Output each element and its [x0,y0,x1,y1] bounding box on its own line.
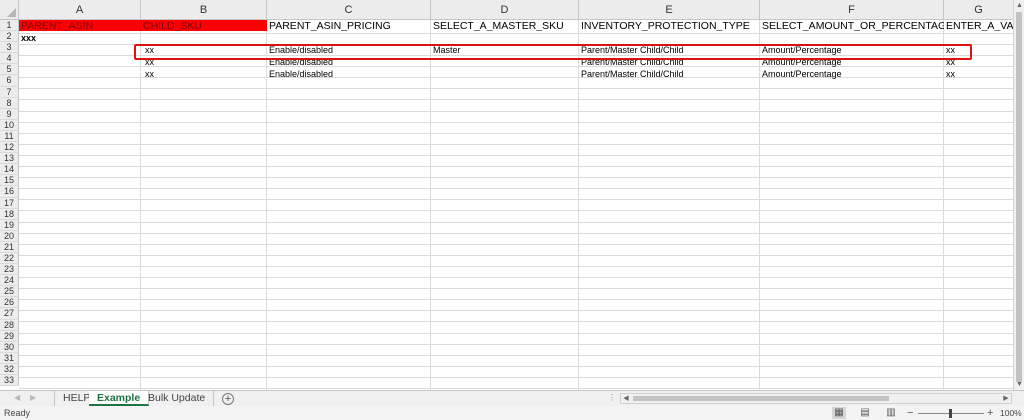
row-header-8[interactable]: 8 [0,97,19,109]
row-header-9[interactable]: 9 [0,108,19,120]
column-headers: A B C D E F G [19,0,1013,20]
row-header-23[interactable]: 23 [0,264,19,276]
row-header-6[interactable]: 6 [0,75,19,87]
row-header-22[interactable]: 22 [0,252,19,265]
horizontal-scrollbar[interactable]: ◀ ▶ [620,393,1012,404]
scroll-down-icon[interactable]: ▼ [1014,379,1024,390]
column-header-g[interactable]: G [944,0,1013,20]
row-header-4[interactable]: 4 [0,53,19,65]
row-header-10[interactable]: 10 [0,119,19,131]
cell-f4[interactable]: Amount/Percentage [760,57,944,68]
sheet-tab-bar: ◀ ▶ HELP Example Bulk Update + ⋮ ◀ ▶ [0,390,1024,406]
vertical-scrollbar[interactable]: ▲ ▼ [1013,0,1024,390]
zoom-in-icon[interactable]: + [987,406,993,420]
cell-b1[interactable]: CHILD_SKU [141,20,267,32]
row-header-16[interactable]: 16 [0,186,19,198]
row-header-30[interactable]: 30 [0,341,19,353]
cell-f5[interactable]: Amount/Percentage [760,69,944,80]
zoom-slider-thumb[interactable] [949,409,952,418]
cell-b4[interactable]: xx [141,57,267,68]
row-header-1[interactable]: 1 [0,20,19,32]
row-header-15[interactable]: 15 [0,175,19,187]
row-header-25[interactable]: 25 [0,286,19,298]
page-layout-icon[interactable]: ▤ [858,407,872,419]
column-header-d[interactable]: D [431,0,579,20]
row-header-13[interactable]: 13 [0,153,19,165]
cell-e1[interactable]: INVENTORY_PROTECTION_TYPE [579,20,760,31]
cell-g4[interactable]: xx [944,57,1013,68]
scroll-up-icon[interactable]: ▲ [1014,0,1024,11]
table-row: xx Enable/disabled Parent/Master Child/C… [19,57,1013,68]
grid-icon[interactable]: ▦ [832,407,846,419]
scroll-right-icon[interactable]: ▶ [1001,394,1011,404]
table-row: xx Enable/disabled Parent/Master Child/C… [19,69,1013,80]
column-header-e[interactable]: E [579,0,760,20]
row-header-19[interactable]: 19 [0,219,19,231]
cell-g5[interactable]: xx [944,69,1013,80]
row-header-24[interactable]: 24 [0,275,19,287]
cell-a2[interactable]: xxx [19,33,141,44]
tab-bulk-update[interactable]: Bulk Update [140,391,215,406]
row-header-14[interactable]: 14 [0,164,19,176]
column-header-a[interactable]: A [19,0,141,20]
prev-sheet-icon[interactable]: ◀ [14,393,20,402]
zoom-out-icon[interactable]: − [907,406,913,420]
cell-d1[interactable]: SELECT_A_MASTER_SKU [431,20,579,31]
column-header-c[interactable]: C [267,0,431,20]
zoom-level[interactable]: 100% [1000,406,1022,420]
status-text: Ready [4,408,31,418]
cell-d3[interactable]: Master [431,45,579,56]
row-header-21[interactable]: 21 [0,241,19,253]
row-header-32[interactable]: 32 [0,363,19,375]
cell-f3[interactable]: Amount/Percentage [760,45,944,56]
row-header-11[interactable]: 11 [0,130,19,143]
page-break-icon[interactable]: ▥ [884,407,898,419]
row-header-27[interactable]: 27 [0,308,19,320]
row-header-3[interactable]: 3 [0,42,19,54]
horizontal-scroll-thumb[interactable] [633,396,889,401]
row-header-31[interactable]: 31 [0,352,19,364]
vertical-scroll-thumb[interactable] [1016,12,1022,382]
cell-c5[interactable]: Enable/disabled [267,69,431,80]
add-sheet-icon[interactable]: + [222,393,234,405]
column-header-b[interactable]: B [141,0,267,20]
cell-e3[interactable]: Parent/Master Child/Child [579,45,760,56]
row-header-29[interactable]: 29 [0,330,19,342]
row-header-5[interactable]: 5 [0,64,19,76]
spreadsheet-grid[interactable]: A B C D E F G 1 2 3 4 5 6 7 8 9 10 11 12 13 14 15 16 17 1… [0,0,1013,390]
row-headers: 1 2 3 4 5 6 7 8 9 10 11 12 13 14 15 16 17 18 19 20 21 22 23 24 2… [0,20,19,387]
cell-d4[interactable] [431,57,579,68]
cell-g1[interactable]: ENTER_A_VALU [944,20,1013,31]
tab-split-handle[interactable]: ⋮ [608,393,616,402]
next-sheet-icon[interactable]: ▶ [30,393,36,402]
row-header-12[interactable]: 12 [0,142,19,154]
column-header-f[interactable]: F [760,0,944,20]
status-bar: Ready ▦ ▤ ▥ − + 100% [0,406,1024,420]
row-header-20[interactable]: 20 [0,230,19,242]
cell-f1[interactable]: SELECT_AMOUNT_OR_PERCENTAGE [760,20,944,31]
cell-e5[interactable]: Parent/Master Child/Child [579,69,760,80]
table-row: xx Enable/disabled Master Parent/Master … [19,45,1013,56]
cell-c1[interactable]: PARENT_ASIN_PRICING [267,20,431,31]
cell-d5[interactable] [431,69,579,80]
cell-area[interactable]: PARENT_ASIN CHILD_SKU PARENT_ASIN_PRICIN… [19,20,1013,390]
row-header-18[interactable]: 18 [0,208,19,220]
row-header-2[interactable]: 2 [0,31,19,43]
cell-e4[interactable]: Parent/Master Child/Child [579,57,760,68]
row-header-28[interactable]: 28 [0,319,19,331]
cell-c3[interactable]: Enable/disabled [267,45,431,56]
scroll-left-icon[interactable]: ◀ [621,394,631,404]
cell-g3[interactable]: xx [944,45,1013,56]
cell-a1[interactable]: PARENT_ASIN [19,20,141,32]
row-header-33[interactable]: 33 [0,375,19,387]
cell-b5[interactable]: xx [141,69,267,80]
row-header-26[interactable]: 26 [0,297,19,309]
cell-c4[interactable]: Enable/disabled [267,57,431,68]
row-header-7[interactable]: 7 [0,86,19,98]
row-header-17[interactable]: 17 [0,197,19,209]
cell-b3[interactable]: xx [141,45,267,56]
select-all-corner[interactable] [0,0,19,20]
